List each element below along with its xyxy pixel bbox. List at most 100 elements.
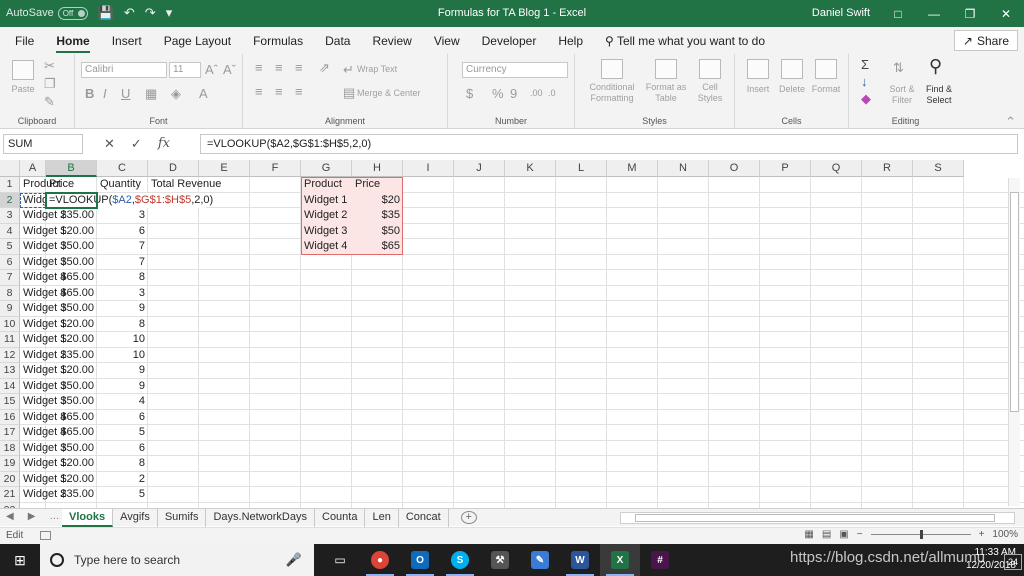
notification-count[interactable]: 24 — [1004, 554, 1022, 570]
quantity-cell[interactable]: 3 — [97, 208, 148, 224]
font-name-dropdown[interactable]: Calibri — [81, 62, 167, 78]
quantity-cell[interactable]: 8 — [97, 456, 148, 472]
quantity-cell[interactable]: 10 — [97, 348, 148, 364]
name-box[interactable]: SUM — [3, 134, 83, 154]
insert-cells-icon[interactable] — [747, 59, 769, 79]
cut-icon[interactable]: ✂ — [44, 58, 55, 74]
row-header-12[interactable]: 12 — [0, 347, 20, 363]
product-cell[interactable]: Widget 3 — [20, 301, 66, 317]
format-painter-icon[interactable]: ✎ — [44, 94, 55, 110]
product-cell[interactable]: Widget 1 — [20, 317, 66, 333]
cancel-icon[interactable]: ✕ — [104, 136, 115, 152]
lookup-product-cell[interactable]: Widget 1 — [301, 193, 352, 209]
column-header-j[interactable]: J — [454, 160, 505, 177]
row-header-15[interactable]: 15 — [0, 394, 20, 410]
increase-font-icon[interactable]: Aˆ — [205, 62, 218, 77]
formula-input[interactable]: =VLOOKUP($A2,$G$1:$H$5,2,0) — [200, 134, 1018, 154]
column-header-c[interactable]: C — [97, 160, 148, 177]
row-header-7[interactable]: 7 — [0, 270, 20, 286]
quantity-cell[interactable]: 9 — [97, 363, 148, 379]
quantity-cell[interactable]: 8 — [97, 317, 148, 333]
format-cells-icon[interactable] — [815, 59, 837, 79]
header-total-revenue[interactable]: Total Revenue — [148, 177, 238, 193]
zoom-out-icon[interactable]: − — [857, 529, 863, 540]
percent-style-icon[interactable]: % — [492, 86, 504, 101]
product-cell[interactable]: Widget 2 — [20, 348, 66, 364]
product-cell[interactable]: Widget 3 — [20, 394, 66, 410]
product-cell[interactable]: Widget 3 — [20, 239, 66, 255]
product-cell[interactable]: Widget 3 — [20, 441, 66, 457]
quantity-cell[interactable]: 7 — [97, 255, 148, 271]
bold-icon[interactable]: B — [85, 86, 94, 101]
product-cell[interactable]: Widget 4 — [20, 425, 66, 441]
product-cell[interactable]: Widget 1 — [20, 472, 66, 488]
quantity-cell[interactable]: 4 — [97, 394, 148, 410]
product-cell[interactable]: Widget 1 — [20, 332, 66, 348]
tab-page-layout[interactable]: Page Layout — [164, 34, 231, 48]
row-header-1[interactable]: 1 — [0, 177, 20, 193]
sheet-tab-len[interactable]: Len — [365, 509, 399, 527]
clear-icon[interactable]: ◆ — [861, 91, 871, 107]
row-header-14[interactable]: 14 — [0, 378, 20, 394]
price-cell[interactable]: $65.00 — [46, 425, 97, 441]
word-app-icon[interactable]: W — [560, 544, 600, 576]
tab-developer[interactable]: Developer — [482, 34, 537, 48]
price-cell[interactable]: $50.00 — [46, 379, 97, 395]
column-header-s[interactable]: S — [913, 160, 964, 177]
row-header-11[interactable]: 11 — [0, 332, 20, 348]
lookup-price-cell[interactable]: $50 — [352, 224, 403, 240]
add-sheet-button[interactable]: + — [460, 511, 477, 524]
row-header-8[interactable]: 8 — [0, 285, 20, 301]
number-format-dropdown[interactable]: Currency — [462, 62, 568, 78]
tab-data[interactable]: Data — [325, 34, 350, 48]
header-product[interactable]: Product — [20, 177, 61, 193]
row-header-20[interactable]: 20 — [0, 471, 20, 487]
row-header-4[interactable]: 4 — [0, 223, 20, 239]
price-cell[interactable]: $20.00 — [46, 363, 97, 379]
autosum-icon[interactable]: Σ — [861, 57, 869, 72]
cell-styles-icon[interactable] — [699, 59, 721, 79]
price-cell[interactable]: $35.00 — [46, 348, 97, 364]
align-center-icon[interactable]: ≡ — [275, 84, 283, 99]
quantity-cell[interactable]: 3 — [97, 286, 148, 302]
lookup-header-price[interactable]: Price — [352, 177, 403, 193]
column-header-l[interactable]: L — [556, 160, 607, 177]
product-cell[interactable]: Widget 4 — [20, 410, 66, 426]
align-left-icon[interactable]: ≡ — [255, 84, 263, 99]
sheet-tab-counta[interactable]: Counta — [315, 509, 366, 527]
skype-app-icon[interactable]: S — [440, 544, 480, 576]
column-header-q[interactable]: Q — [811, 160, 862, 177]
column-header-n[interactable]: N — [658, 160, 709, 177]
increase-decimal-icon[interactable]: .00 — [530, 88, 543, 98]
price-cell[interactable]: $20.00 — [46, 224, 97, 240]
price-cell[interactable]: $35.00 — [46, 487, 97, 503]
underline-icon[interactable]: U — [121, 86, 130, 101]
comma-style-icon[interactable]: 9 — [510, 86, 517, 101]
product-cell[interactable]: Widget 2 — [20, 208, 66, 224]
sheet-tab-concat[interactable]: Concat — [399, 509, 449, 527]
quantity-cell[interactable]: 6 — [97, 441, 148, 457]
row-header-6[interactable]: 6 — [0, 254, 20, 270]
user-name[interactable]: Daniel Swift — [812, 7, 870, 19]
decrease-decimal-icon[interactable]: .0 — [548, 88, 556, 98]
share-button[interactable]: ↗ Share — [953, 30, 1018, 51]
find-select-label[interactable]: Find & Select — [919, 84, 959, 106]
macro-record-icon[interactable] — [40, 531, 51, 540]
quantity-cell[interactable]: 8 — [97, 270, 148, 286]
font-color-icon[interactable]: A — [199, 86, 208, 101]
sheet-tab-sumifs[interactable]: Sumifs — [158, 509, 207, 527]
row-header-9[interactable]: 9 — [0, 301, 20, 317]
tab-home[interactable]: Home — [56, 34, 90, 53]
column-header-g[interactable]: G — [301, 160, 352, 177]
header-price[interactable]: Price — [46, 177, 97, 193]
align-bottom-icon[interactable]: ≡ — [295, 60, 303, 75]
format-cells-label[interactable]: Format — [807, 84, 845, 95]
price-cell[interactable]: $20.00 — [46, 472, 97, 488]
price-cell[interactable]: $35.00 — [46, 208, 97, 224]
tab-review[interactable]: Review — [372, 34, 411, 48]
vertical-scroll-thumb[interactable] — [1010, 192, 1019, 412]
product-cell[interactable]: Widget 3 — [20, 379, 66, 395]
price-cell[interactable]: $65.00 — [46, 270, 97, 286]
row-header-2[interactable]: 2 — [0, 192, 20, 208]
column-header-i[interactable]: I — [403, 160, 454, 177]
